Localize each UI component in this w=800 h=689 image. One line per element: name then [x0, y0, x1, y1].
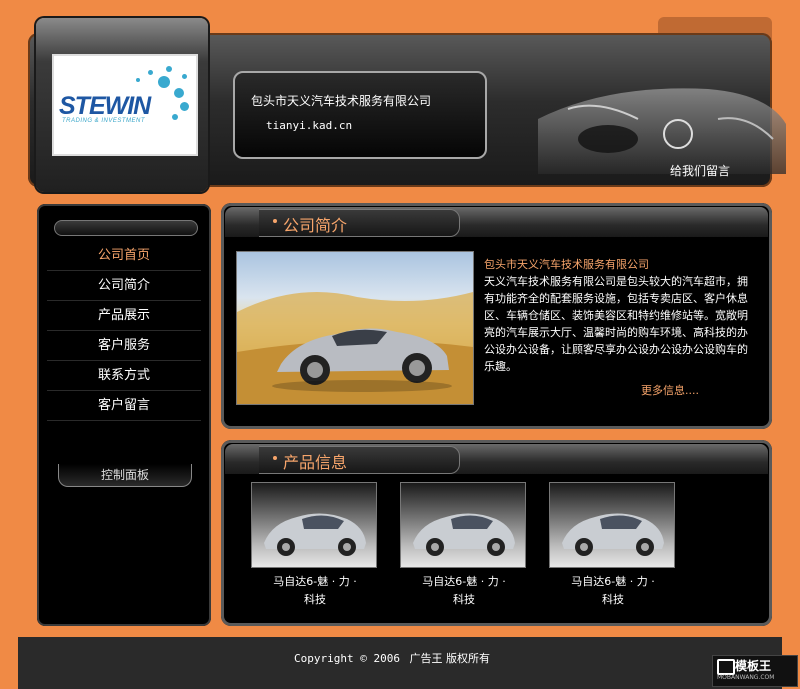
product-panel: 产品信息 马自达6-魅 · 力 · 科技 马自达6-魅 · 力 · 科技 马自达…	[221, 440, 772, 626]
product-image[interactable]	[400, 482, 526, 568]
product-name-line1: 马自达6-魅 · 力 ·	[571, 575, 655, 588]
intro-title: 公司简介	[283, 216, 348, 235]
copyright-suffix: 广告王 版权所有	[409, 652, 490, 665]
sidebar-item-about[interactable]: 公司简介	[47, 272, 201, 301]
intro-car-photo	[236, 251, 474, 405]
product-image[interactable]	[251, 482, 377, 568]
logo-bubble-icon	[136, 78, 140, 82]
watermark-box-icon	[717, 659, 735, 675]
watermark-main: 模板王	[735, 659, 772, 673]
intro-title-tab: 公司简介	[259, 209, 460, 237]
hatchback-car-image	[562, 513, 664, 556]
company-logo[interactable]: STEWIN TRADING & INVESTMENT	[52, 54, 198, 156]
product-name-line1: 马自达6-魅 · 力 ·	[273, 575, 357, 588]
more-info-link[interactable]: 更多信息....	[641, 382, 699, 398]
sidebar-top-bar	[54, 220, 198, 236]
sports-car-image	[237, 292, 473, 404]
bullet-icon	[273, 219, 277, 223]
product-name-line2: 科技	[304, 593, 326, 606]
logo-bubble-icon	[182, 74, 187, 79]
intro-panel: 公司简介 包头市天义汽车技术服务有限公司 天义汽车技术服务有限公司是包头较大的汽…	[221, 203, 772, 429]
product-image[interactable]	[549, 482, 675, 568]
control-panel-button[interactable]: 控制面板	[58, 464, 192, 487]
logo-bubble-icon	[148, 70, 153, 75]
logo-bubble-icon	[158, 76, 170, 88]
sidebar: 公司首页 公司简介 产品展示 客户服务 联系方式 客户留言 控制面板	[37, 204, 211, 626]
sidebar-item-guestbook[interactable]: 客户留言	[47, 392, 201, 421]
hatchback-car-image	[264, 513, 366, 556]
logo-bubble-icon	[174, 88, 184, 98]
logo-brand: STEWIN	[59, 92, 151, 120]
guestbook-link[interactable]: 给我们留言	[670, 162, 730, 179]
copyright-prefix: Copyright © 2006	[294, 652, 400, 665]
company-domain[interactable]: tianyi.kad.cn	[266, 119, 352, 132]
logo-tagline: TRADING & INVESTMENT	[62, 118, 146, 124]
sidebar-item-home[interactable]: 公司首页	[47, 242, 201, 271]
logo-bubble-icon	[172, 114, 178, 120]
copyright-text: Copyright © 2006 广告王 版权所有	[294, 650, 490, 666]
intro-panel-header: 公司简介	[225, 207, 768, 237]
product-name-line2: 科技	[602, 593, 624, 606]
product-name-line1: 马自达6-魅 · 力 ·	[422, 575, 506, 588]
company-name: 包头市天义汽车技术服务有限公司	[251, 94, 432, 108]
intro-heading: 包头市天义汽车技术服务有限公司	[484, 258, 649, 271]
company-title-box: 包头市天义汽车技术服务有限公司 tianyi.kad.cn	[233, 71, 487, 159]
product-title-tab: 产品信息	[259, 446, 460, 474]
bullet-icon	[273, 456, 277, 460]
logo-bubble-icon	[180, 102, 189, 111]
logo-bubble-icon	[166, 66, 172, 72]
product-name: 马自达6-魅 · 力 · 科技	[251, 573, 379, 609]
product-title: 产品信息	[283, 453, 348, 472]
product-name: 马自达6-魅 · 力 · 科技	[549, 573, 677, 609]
sidebar-item-contact[interactable]: 联系方式	[47, 362, 201, 391]
watermark-logo: 模板王 MOBANWANG.COM	[712, 655, 798, 687]
sidebar-item-service[interactable]: 客户服务	[47, 332, 201, 361]
footer: Copyright © 2006 广告王 版权所有	[18, 637, 782, 689]
car-interior-image	[538, 88, 786, 174]
product-card[interactable]: 马自达6-魅 · 力 · 科技	[400, 482, 528, 609]
product-name-line2: 科技	[453, 593, 475, 606]
intro-body-text: 天义汽车技术服务有限公司是包头较大的汽车超市，拥有功能齐全的配套服务设施，包括专…	[484, 275, 748, 373]
watermark-sub: MOBANWANG.COM	[717, 674, 775, 681]
product-name: 马自达6-魅 · 力 · 科技	[400, 573, 528, 609]
hatchback-car-image	[413, 513, 515, 556]
product-panel-header: 产品信息	[225, 444, 768, 474]
sidebar-item-products[interactable]: 产品展示	[47, 302, 201, 331]
product-card[interactable]: 马自达6-魅 · 力 · 科技	[251, 482, 379, 609]
product-card[interactable]: 马自达6-魅 · 力 · 科技	[549, 482, 677, 609]
